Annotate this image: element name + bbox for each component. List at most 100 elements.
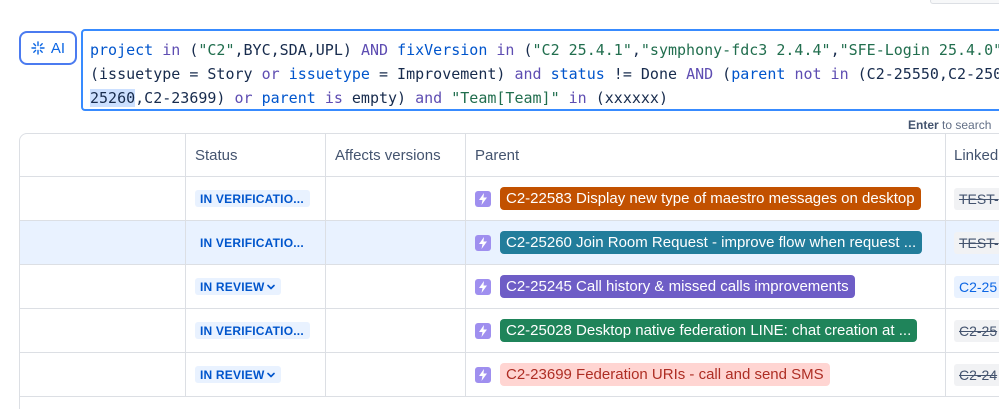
jql-token	[542, 65, 551, 83]
linked-cell: TEST-	[946, 177, 999, 220]
affects-versions-cell[interactable]	[326, 353, 466, 396]
column-header-status[interactable]: Status	[186, 134, 326, 176]
jql-token: and	[514, 65, 542, 83]
status-cell: IN REVIEW	[186, 353, 326, 396]
status-label: IN VERIFICATIO...	[200, 191, 304, 206]
parent-cell: C2-25028 Desktop native federation LINE:…	[466, 309, 946, 352]
search-hint: Enter to search	[908, 118, 991, 132]
jql-token: ,	[631, 41, 641, 59]
status-cell: IN VERIFICATIO...	[186, 221, 326, 264]
linked-issue-link[interactable]: C2-24	[954, 363, 999, 386]
row-select-cell[interactable]	[20, 353, 186, 396]
jql-token: ,BYC,SDA,UPL)	[234, 41, 361, 59]
toolbar-button-edge[interactable]	[930, 0, 999, 4]
sparkle-icon	[31, 41, 45, 55]
jql-token: "SFE-Login 25.4.0"	[839, 41, 999, 59]
jql-token: is	[324, 89, 343, 107]
jql-token: or	[261, 65, 280, 83]
ai-button-label: AI	[50, 39, 66, 57]
parent-epic-link[interactable]: C2-22583 Display new type of maestro mes…	[500, 187, 921, 210]
epic-icon	[475, 366, 491, 383]
parent-epic-link[interactable]: C2-23699 Federation URIs - call and send…	[500, 363, 830, 386]
table-row[interactable]: IN VERIFICATIO... C2-25260 Join Room Requ…	[20, 221, 999, 265]
column-header-linked[interactable]: Linked	[946, 134, 999, 176]
status-label: IN VERIFICATIO...	[200, 235, 304, 250]
jql-line-1: project in ("C2",BYC,SDA,UPL) AND fixVer…	[90, 38, 999, 62]
jql-token	[560, 89, 569, 107]
parent-cell: C2-23699 Federation URIs - call and send…	[466, 353, 946, 396]
jql-token	[442, 89, 451, 107]
linked-issue-link[interactable]: C2-25	[954, 319, 999, 342]
table-row[interactable]: IN VERIFICATIO... C2-22583 Display new ty…	[20, 177, 999, 221]
affects-versions-cell[interactable]	[326, 221, 466, 264]
linked-issue-link[interactable]: C2-25	[954, 275, 999, 298]
jql-token: "Team[Team]"	[451, 89, 560, 107]
affects-versions-cell[interactable]	[326, 177, 466, 220]
jql-token: in	[568, 89, 587, 107]
status-badge[interactable]: IN VERIFICATIO...	[195, 234, 310, 251]
jql-token: AND	[686, 65, 714, 83]
jql-token: ,C2-23699)	[135, 89, 235, 107]
linked-cell: TEST-	[946, 221, 999, 264]
column-header-affects-versions[interactable]: Affects versions	[326, 134, 466, 176]
epic-icon	[475, 322, 491, 339]
status-badge[interactable]: IN VERIFICATIO...	[195, 190, 310, 207]
jql-token	[253, 89, 262, 107]
jql-token	[280, 65, 289, 83]
linked-issue-link[interactable]: TEST-	[954, 187, 999, 210]
jql-token: fixVersion	[397, 41, 488, 59]
chevron-down-icon	[267, 284, 276, 289]
jql-token: 25260	[90, 89, 136, 107]
jql-token: AND	[360, 41, 389, 59]
jql-query-input[interactable]: project in ("C2",BYC,SDA,UPL) AND fixVer…	[81, 29, 999, 111]
table-row[interactable]: IN VERIFICATIO... C2-25028 Desktop native…	[20, 309, 999, 353]
jql-token	[153, 41, 162, 59]
linked-issue-link[interactable]: TEST-	[954, 231, 999, 254]
jql-token: (xxxxxx)	[586, 89, 668, 107]
jql-token: "symphony-fdc3 2.4.4"	[640, 41, 831, 59]
parent-epic-link[interactable]: C2-25260 Join Room Request - improve flo…	[500, 231, 923, 254]
epic-icon	[475, 278, 491, 295]
parent-epic-link[interactable]: C2-25245 Call history & missed calls imp…	[500, 275, 855, 298]
row-select-cell[interactable]	[20, 177, 186, 220]
affects-versions-cell[interactable]	[326, 309, 466, 352]
jql-token: not in	[794, 65, 849, 83]
parent-cell: C2-25260 Join Room Request - improve flo…	[466, 221, 946, 264]
jql-token: empty)	[342, 89, 416, 107]
table-header-row: Status Affects versions Parent Linked	[20, 134, 999, 177]
linked-cell: C2-24	[946, 353, 999, 396]
jql-token: = Improvement)	[369, 65, 515, 83]
jql-token: "C2"	[198, 41, 235, 59]
jql-token: (C2-25550,C2-25026,C2-	[857, 65, 999, 83]
table-row[interactable]: IN REVIEW C2-25245 Call history & missed …	[20, 265, 999, 309]
jql-token: (	[180, 41, 199, 59]
epic-icon	[475, 190, 491, 207]
row-select-cell[interactable]	[20, 309, 186, 352]
status-badge[interactable]: IN VERIFICATIO...	[195, 322, 310, 339]
linked-cell: C2-25	[946, 265, 999, 308]
parent-epic-link[interactable]: C2-25028 Desktop native federation LINE:…	[500, 319, 918, 342]
row-select-cell[interactable]	[20, 265, 186, 308]
jql-token	[388, 41, 397, 59]
enter-key-label: Enter	[908, 118, 939, 132]
jql-token	[316, 89, 325, 107]
jql-token	[253, 65, 262, 83]
status-cell: IN VERIFICATIO...	[186, 177, 326, 220]
table-row[interactable]: IN REVIEW C2-23699 Federation URIs - call…	[20, 353, 999, 397]
jql-token: ,	[830, 41, 840, 59]
jql-token: status	[550, 65, 605, 83]
search-hint-text: to search	[938, 118, 992, 132]
header-cell-empty	[20, 134, 186, 176]
affects-versions-cell[interactable]	[326, 265, 466, 308]
status-badge[interactable]: IN REVIEW	[195, 278, 282, 295]
jql-token: (	[514, 41, 533, 59]
status-label: IN REVIEW	[200, 279, 265, 294]
jql-line-3: 25260,C2-23699) or parent is empty) and …	[90, 86, 999, 109]
status-badge[interactable]: IN REVIEW	[195, 366, 282, 383]
epic-icon	[475, 234, 491, 251]
jql-token: issuetype	[288, 65, 370, 83]
jql-token: parent	[731, 65, 786, 83]
column-header-parent[interactable]: Parent	[466, 134, 946, 176]
row-select-cell[interactable]	[20, 221, 186, 264]
ai-button[interactable]: AI	[19, 31, 77, 65]
